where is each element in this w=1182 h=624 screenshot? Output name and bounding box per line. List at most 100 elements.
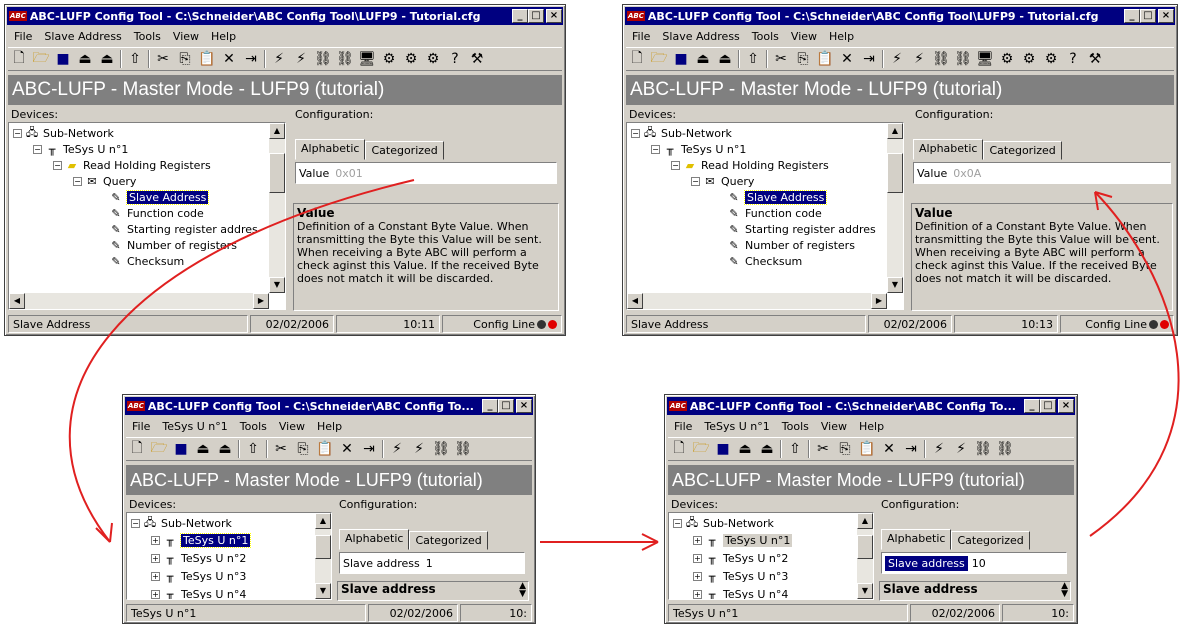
copy-icon[interactable]: ⎘: [294, 440, 312, 458]
cut-icon[interactable]: ✂: [272, 440, 290, 458]
upload-icon[interactable]: ⏏: [76, 50, 94, 68]
tab-categorized[interactable]: Categorized: [409, 531, 488, 550]
delete-icon[interactable]: ✕: [880, 440, 898, 458]
collapse-icon[interactable]: −: [131, 518, 140, 528]
connect-icon[interactable]: ⚡: [952, 440, 970, 458]
scroll-left-button[interactable]: ◀: [627, 293, 643, 309]
maximize-button[interactable]: □: [1040, 399, 1056, 413]
expand-icon[interactable]: +: [151, 571, 160, 581]
download-icon[interactable]: ⏏: [758, 440, 776, 458]
menu-file[interactable]: File: [668, 420, 698, 433]
tree-item-tesys-1[interactable]: − ╥ TeSys U n°1: [33, 141, 128, 157]
tree-item-tesys-2[interactable]: + ╥ TeSys U n°2: [693, 550, 788, 566]
expand-icon[interactable]: +: [693, 553, 702, 563]
minimize-button[interactable]: _: [1124, 9, 1140, 23]
tree-item-query[interactable]: − ✉ Query: [691, 173, 754, 189]
maximize-button[interactable]: □: [528, 9, 544, 23]
tree-item-starting-register[interactable]: ✎ Starting register addres: [109, 221, 257, 237]
spin-icon[interactable]: ▲ ▼: [519, 582, 526, 599]
device-tree[interactable]: − 🖧 Sub-Network − ╥ TeSys U n°1 − ▰ Read Holdi…: [8, 122, 286, 310]
tree-item-sub-network[interactable]: − 🖧 Sub-Network: [631, 125, 732, 141]
scroll-thumb[interactable]: [269, 153, 285, 193]
tree-item-function-code[interactable]: ✎ Function code: [109, 205, 203, 221]
tree-item-tesys-1[interactable]: − ╥ TeSys U n°1: [651, 141, 746, 157]
delete-icon[interactable]: ✕: [220, 50, 238, 68]
download-icon[interactable]: ⏏: [216, 440, 234, 458]
menu-tesys-u[interactable]: TeSys U n°1: [698, 420, 775, 433]
network-settings-icon[interactable]: ⛓: [336, 50, 354, 68]
menu-tesys-u[interactable]: TeSys U n°1: [156, 420, 233, 433]
network-icon[interactable]: ⛓: [974, 440, 992, 458]
insert-icon[interactable]: ⇥: [360, 440, 378, 458]
menu-tools[interactable]: Tools: [776, 420, 815, 433]
tab-alphabetic[interactable]: Alphabetic: [881, 529, 952, 550]
collapse-icon[interactable]: −: [673, 518, 682, 528]
disconnect-icon[interactable]: ⚡: [888, 50, 906, 68]
menu-tools[interactable]: Tools: [746, 30, 785, 43]
node-icon[interactable]: ⚙: [1020, 50, 1038, 68]
menu-file[interactable]: File: [8, 30, 38, 43]
collapse-icon[interactable]: −: [13, 128, 22, 138]
new-file-icon[interactable]: 🗋: [628, 50, 646, 68]
menu-view[interactable]: View: [815, 420, 853, 433]
device-tree[interactable]: − 🖧 Sub-Network + ╥ TeSys U n°1 + ╥ TeSys U n°…: [126, 512, 332, 600]
expand-icon[interactable]: +: [693, 535, 702, 545]
menu-tools[interactable]: Tools: [234, 420, 273, 433]
collapse-icon[interactable]: −: [73, 176, 82, 186]
tree-item-checksum[interactable]: ✎ Checksum: [109, 253, 184, 269]
minimize-button[interactable]: _: [1024, 399, 1040, 413]
help-icon[interactable]: ?: [446, 50, 464, 68]
collapse-icon[interactable]: −: [671, 160, 680, 170]
scroll-up-button[interactable]: ▲: [887, 123, 903, 139]
tree-item-tesys-3[interactable]: + ╥ TeSys U n°3: [151, 568, 246, 584]
title-bar[interactable]: ABC ABC-LUFP Config Tool - C:\Schneider\…: [667, 397, 1075, 415]
vertical-scrollbar[interactable]: ▲ ▼: [315, 513, 331, 599]
save-icon[interactable]: ■: [172, 440, 190, 458]
tab-categorized[interactable]: Categorized: [983, 141, 1062, 160]
network-icon[interactable]: ⛓: [314, 50, 332, 68]
network-settings-icon[interactable]: ⛓: [996, 440, 1014, 458]
scroll-up-button[interactable]: ▲: [857, 513, 873, 529]
tree-item-tesys-4[interactable]: + ╥ TeSys U n°4: [151, 586, 246, 599]
minimize-button[interactable]: _: [482, 399, 498, 413]
vertical-scrollbar[interactable]: ▲ ▼: [857, 513, 873, 599]
tab-categorized[interactable]: Categorized: [951, 531, 1030, 550]
menu-slave-address[interactable]: Slave Address: [38, 30, 127, 43]
disconnect-icon[interactable]: ⚡: [270, 50, 288, 68]
value-input[interactable]: 0x0A: [953, 167, 981, 180]
scroll-right-button[interactable]: ▶: [253, 293, 269, 309]
scroll-left-button[interactable]: ◀: [9, 293, 25, 309]
value-input[interactable]: 0x01: [335, 167, 363, 180]
copy-icon[interactable]: ⎘: [794, 50, 812, 68]
menu-help[interactable]: Help: [311, 420, 348, 433]
paste-icon[interactable]: 📋: [858, 440, 876, 458]
title-bar[interactable]: ABC ABC-LUFP Config Tool - C:\Schneider\…: [7, 7, 563, 25]
open-folder-icon[interactable]: 🗁: [150, 440, 168, 458]
menu-help[interactable]: Help: [853, 420, 890, 433]
cut-icon[interactable]: ✂: [154, 50, 172, 68]
menu-tools[interactable]: Tools: [128, 30, 167, 43]
maximize-button[interactable]: □: [498, 399, 514, 413]
save-icon[interactable]: ■: [672, 50, 690, 68]
scroll-up-button[interactable]: ▲: [315, 513, 331, 529]
tab-alphabetic[interactable]: Alphabetic: [913, 139, 984, 160]
tree-item-starting-register[interactable]: ✎ Starting register addres: [727, 221, 875, 237]
save-icon[interactable]: ■: [54, 50, 72, 68]
slave-address-field[interactable]: Slave address 1: [339, 552, 525, 574]
tree-item-slave-address[interactable]: ✎ Slave Address: [727, 189, 828, 205]
tree-item-tesys-4[interactable]: + ╥ TeSys U n°4: [693, 586, 788, 599]
open-folder-icon[interactable]: 🗁: [692, 440, 710, 458]
close-button[interactable]: ×: [1158, 9, 1174, 23]
tree-item-number-of-registers[interactable]: ✎ Number of registers: [727, 237, 855, 253]
device-tree[interactable]: − 🖧 Sub-Network + ╥ TeSys U n°1 + ╥ TeSys U n°…: [668, 512, 874, 600]
collapse-icon[interactable]: −: [691, 176, 700, 186]
scroll-down-button[interactable]: ▼: [857, 583, 873, 599]
expand-icon[interactable]: +: [151, 535, 160, 545]
delete-icon[interactable]: ✕: [838, 50, 856, 68]
collapse-icon[interactable]: −: [53, 160, 62, 170]
new-file-icon[interactable]: 🗋: [670, 440, 688, 458]
collapse-icon[interactable]: −: [651, 144, 660, 154]
node-icon[interactable]: ⚙: [402, 50, 420, 68]
properties-icon[interactable]: ⚙: [998, 50, 1016, 68]
scroll-thumb[interactable]: [857, 535, 873, 559]
